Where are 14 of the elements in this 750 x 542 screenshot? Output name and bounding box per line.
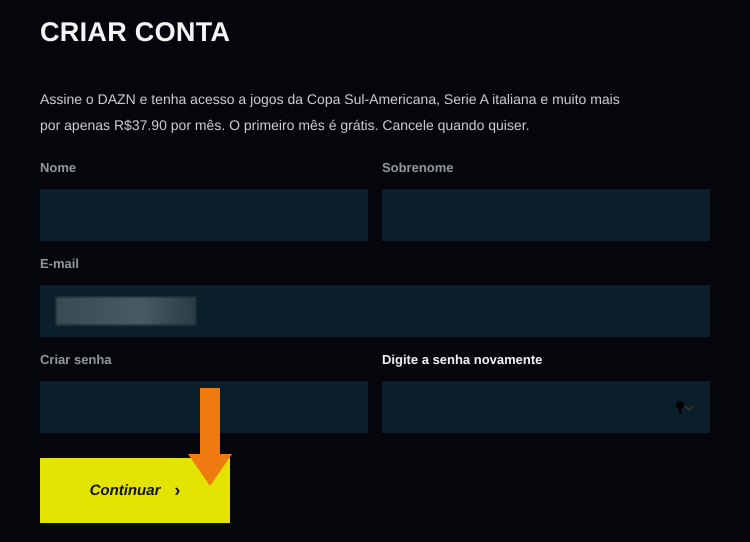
field-label: Criar senha bbox=[40, 352, 113, 369]
input-field[interactable] bbox=[382, 381, 710, 433]
input-field[interactable] bbox=[40, 285, 710, 337]
page-title: CRIAR CONTA bbox=[40, 16, 232, 49]
input-field[interactable] bbox=[40, 189, 368, 241]
key-icon[interactable] bbox=[676, 400, 694, 414]
field-label: Sobrenome bbox=[382, 160, 455, 177]
field-label: Digite a senha novamente bbox=[382, 352, 544, 369]
intro-text: Assine o DAZN e tenha acesso a jogos da Copa Sul-Americana, Serie A italiana e muito mais por apenas R$37.90 por mês. O primeiro mês é grátis. Cancele quando quiser. bbox=[40, 90, 621, 135]
field-label: Nome bbox=[40, 160, 78, 177]
continue-button[interactable]: Continuar › bbox=[40, 458, 230, 523]
field-label: E-mail bbox=[40, 256, 80, 273]
input-field[interactable] bbox=[40, 381, 368, 433]
input-field[interactable] bbox=[382, 189, 710, 241]
